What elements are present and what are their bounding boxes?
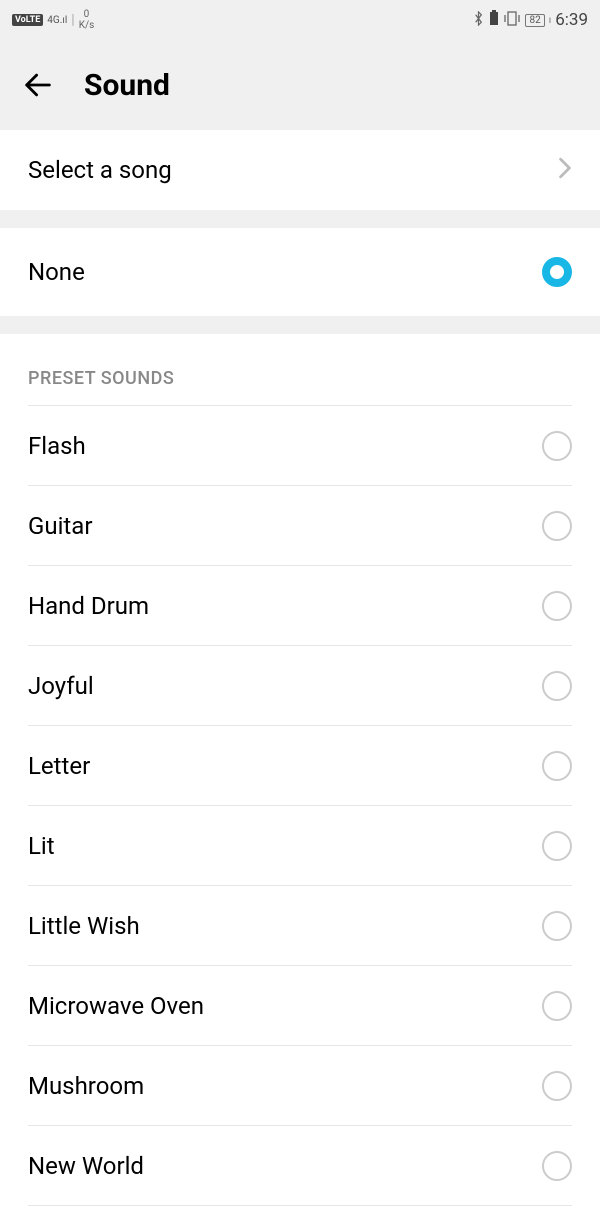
list-item-label: Flash (28, 432, 86, 460)
list-item-label: Microwave Oven (28, 992, 204, 1020)
list-item[interactable]: Little Wish (28, 886, 572, 966)
chevron-right-icon (558, 157, 572, 183)
signal-indicator: 4G.ıl (47, 15, 67, 26)
list-item[interactable]: Lit (28, 806, 572, 886)
preset-section: PRESET SOUNDS Flash Guitar Hand Drum Joyful… (0, 334, 600, 1206)
list-item[interactable]: Guitar (28, 486, 572, 566)
header-bar: Sound (0, 40, 600, 130)
battery-full-icon (489, 10, 499, 30)
list-item-label: Joyful (28, 672, 94, 700)
list-item-label: Little Wish (28, 912, 140, 940)
radio-unselected-icon (542, 671, 572, 701)
radio-unselected-icon (542, 591, 572, 621)
volte-indicator: VoLTE (12, 14, 43, 26)
list-item-label: Guitar (28, 512, 92, 540)
radio-unselected-icon (542, 511, 572, 541)
list-item-label: Lit (28, 832, 55, 860)
vibrate-icon (503, 11, 521, 30)
radio-unselected-icon (542, 911, 572, 941)
spacer (0, 210, 600, 228)
none-row[interactable]: None (0, 228, 600, 316)
list-item-label: New World (28, 1152, 144, 1180)
none-label: None (28, 258, 85, 286)
radio-selected-icon (542, 257, 572, 287)
select-song-label: Select a song (28, 156, 172, 184)
select-song-row[interactable]: Select a song (0, 130, 600, 210)
preset-list: Flash Guitar Hand Drum Joyful Letter Lit Littl… (28, 406, 572, 1206)
list-item[interactable]: Joyful (28, 646, 572, 726)
preset-section-header: PRESET SOUNDS (28, 334, 572, 406)
list-item[interactable]: New World (28, 1126, 572, 1206)
radio-unselected-icon (542, 751, 572, 781)
battery-tip: ı (549, 15, 551, 26)
list-item[interactable]: Hand Drum (28, 566, 572, 646)
radio-unselected-icon (542, 1071, 572, 1101)
list-item-label: Mushroom (28, 1072, 144, 1100)
list-item[interactable]: Letter (28, 726, 572, 806)
back-button[interactable] (20, 67, 56, 103)
radio-unselected-icon (542, 831, 572, 861)
network-speed: 0 K/s (79, 9, 95, 31)
status-left: VoLTE 4G.ıl | 0 K/s (12, 9, 94, 31)
status-right: 82 ı 6:39 (472, 10, 588, 30)
list-item[interactable]: Flash (28, 406, 572, 486)
list-item-label: Hand Drum (28, 592, 149, 620)
page-title: Sound (84, 68, 170, 103)
status-bar: VoLTE 4G.ıl | 0 K/s 82 ı 6:39 (0, 0, 600, 40)
radio-unselected-icon (542, 431, 572, 461)
radio-unselected-icon (542, 1151, 572, 1181)
clock: 6:39 (555, 10, 588, 30)
bluetooth-icon (472, 11, 485, 30)
radio-unselected-icon (542, 991, 572, 1021)
arrow-left-icon (21, 68, 55, 102)
divider-icon: | (71, 12, 74, 28)
list-item-label: Letter (28, 752, 90, 780)
list-item[interactable]: Microwave Oven (28, 966, 572, 1046)
list-item[interactable]: Mushroom (28, 1046, 572, 1126)
spacer (0, 316, 600, 334)
battery-percent: 82 (525, 14, 544, 27)
